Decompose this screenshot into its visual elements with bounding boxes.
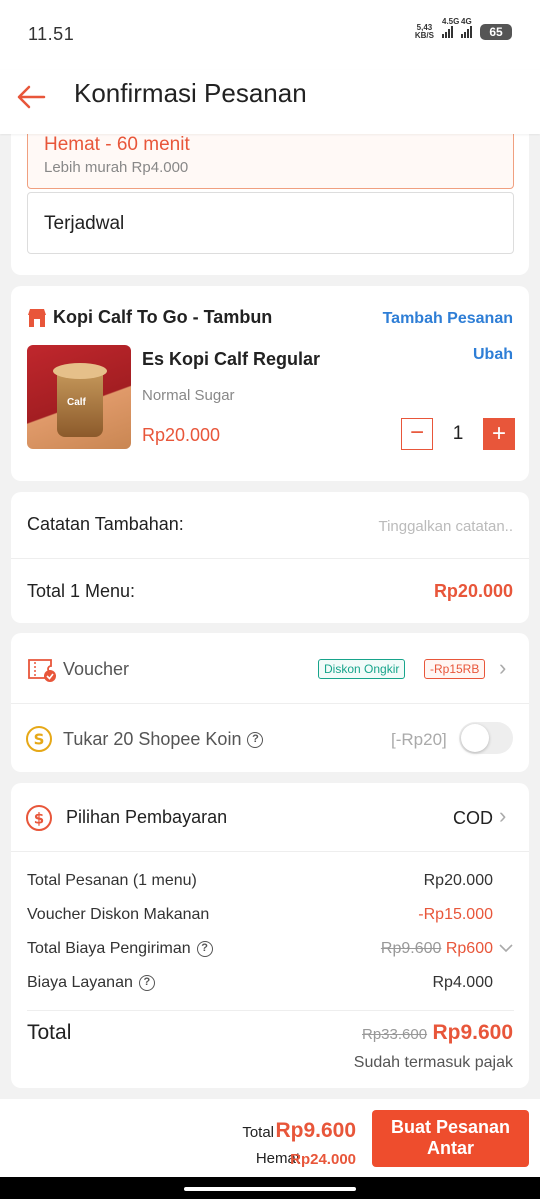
decrease-quantity-button[interactable]: −: [401, 418, 433, 450]
item-note: Normal Sugar: [142, 387, 235, 404]
status-bar: 11.51 5,43 KB/S 4.5G 4G 65: [0, 0, 540, 70]
order-total-label: Total Pesanan (1 menu): [27, 872, 197, 889]
tax-note: Sudah termasuk pajak: [353, 1054, 513, 1071]
payment-icon: $: [26, 805, 52, 831]
voucher-tag-discount[interactable]: -Rp15RB: [424, 659, 486, 679]
grand-total-label: Total: [27, 1021, 72, 1044]
item-price: Rp20.000: [142, 425, 221, 445]
shipping-fee-new: Rp600: [445, 940, 493, 957]
network-speed: 5,43 KB/S: [415, 24, 434, 40]
store-card: Kopi Calf To Go - Tambun Tambah Pesanan …: [11, 286, 529, 481]
toggle-knob: [461, 724, 489, 752]
store-name: Kopi Calf To Go - Tambun: [53, 307, 273, 327]
checkout-total-label: Total: [242, 1124, 274, 1141]
signal-label: 4.5G: [442, 17, 460, 26]
cup-top-shape: [53, 363, 107, 379]
info-icon[interactable]: ?: [138, 974, 155, 991]
hemat-option-subtitle: Lebih murah Rp4.000: [44, 159, 189, 176]
info-icon[interactable]: ?: [196, 940, 213, 957]
edit-item-link[interactable]: Ubah: [473, 346, 513, 364]
system-nav-bar: [0, 1177, 540, 1199]
store-icon: [28, 309, 46, 327]
divider: [11, 851, 529, 852]
shipping-fee-old: Rp9.600: [380, 940, 442, 957]
divider: [11, 558, 529, 559]
cup-logo: Calf: [67, 397, 86, 408]
total-menu-value: Rp20.000: [433, 581, 513, 601]
checkout-total-value: Rp9.600: [275, 1119, 356, 1142]
food-voucher-value: -Rp15.000: [418, 906, 493, 923]
checkout-savings-value: Rp24.000: [290, 1151, 356, 1168]
order-total-value: Rp20.000: [423, 872, 493, 889]
shipping-fee-label-text: Total Biaya Pengiriman: [27, 940, 191, 957]
service-fee-value: Rp4.000: [432, 974, 494, 991]
chevron-right-icon[interactable]: ›: [499, 655, 506, 681]
signal-icon: 4.5G: [442, 17, 459, 38]
food-voucher-label: Voucher Diskon Makanan: [27, 906, 210, 923]
voucher-card: Voucher Diskon Ongkir -Rp15RB › S Tukar …: [11, 633, 529, 772]
coin-icon: S: [26, 726, 52, 752]
service-fee-label: Biaya Layanan?: [27, 974, 155, 992]
shipping-fee-label: Total Biaya Pengiriman?: [27, 940, 213, 958]
home-gesture-bar[interactable]: [184, 1187, 356, 1191]
chevron-down-icon[interactable]: [498, 941, 514, 955]
divider: [11, 703, 529, 704]
voucher-tag-shipping[interactable]: Diskon Ongkir: [318, 659, 406, 679]
delivery-schedule-card: Hemat - 60 menit Lebih murah Rp4.000 Ter…: [11, 110, 529, 275]
grand-total-value: Rp9.600: [432, 1021, 513, 1044]
voucher-icon: [28, 659, 56, 682]
shipping-fee-value[interactable]: Rp9.600 Rp600: [381, 940, 493, 958]
add-order-link[interactable]: Tambah Pesanan: [383, 310, 513, 328]
payment-method-label[interactable]: Pilihan Pembayaran: [66, 807, 227, 828]
item-name: Es Kopi Calf Regular: [142, 349, 321, 369]
status-time: 11.51: [28, 24, 75, 44]
notes-card: Catatan Tambahan: Tinggalkan catatan.. T…: [11, 492, 529, 623]
checkout-bar: Total Rp9.600 Hemat Rp24.000 Buat Pesana…: [0, 1099, 540, 1177]
chevron-right-icon[interactable]: ›: [499, 803, 506, 829]
payment-card: $ Pilihan Pembayaran COD › Total Pesanan…: [11, 783, 529, 1088]
divider: [27, 1010, 514, 1011]
koin-label: Tukar 20 Shopee Koin?: [63, 729, 264, 750]
scheduled-option[interactable]: Terjadwal: [27, 192, 514, 254]
network-speed-unit: KB/S: [414, 31, 434, 40]
scheduled-option-label: Terjadwal: [44, 213, 125, 234]
grand-total-old: Rp33.600: [362, 1026, 428, 1043]
service-fee-label-text: Biaya Layanan: [27, 974, 133, 991]
notes-input[interactable]: Tinggalkan catatan..: [378, 518, 513, 535]
info-icon[interactable]: ?: [247, 732, 264, 749]
koin-label-text: Tukar 20 Shopee Koin: [63, 729, 242, 749]
payment-method-value[interactable]: COD: [453, 808, 493, 829]
place-order-button-line2: Antar: [426, 1138, 474, 1158]
signal-label: 4G: [461, 17, 472, 26]
koin-toggle[interactable]: [459, 722, 513, 754]
increase-quantity-button[interactable]: +: [483, 418, 515, 450]
svg-text:$: $: [34, 810, 44, 828]
battery-icon: 65: [480, 24, 512, 40]
page-title: Konfirmasi Pesanan: [74, 78, 307, 108]
total-menu-label: Total 1 Menu:: [27, 581, 136, 601]
place-order-button[interactable]: Buat Pesanan Antar: [372, 1110, 529, 1167]
item-image: Calf: [27, 345, 131, 449]
notes-label: Catatan Tambahan:: [27, 514, 184, 534]
status-icons: 5,43 KB/S 4.5G 4G 65: [415, 17, 512, 40]
voucher-label: Voucher: [63, 659, 130, 679]
svg-text:S: S: [34, 731, 45, 749]
signal-icon: 4G: [461, 17, 472, 38]
app-bar: Konfirmasi Pesanan: [0, 70, 540, 134]
quantity-value: 1: [452, 423, 464, 444]
hemat-option-title: Hemat - 60 menit: [44, 134, 190, 155]
koin-value: [-Rp20]: [391, 730, 447, 749]
place-order-button-line1: Buat Pesanan: [390, 1117, 511, 1137]
back-arrow-icon[interactable]: [14, 80, 48, 114]
